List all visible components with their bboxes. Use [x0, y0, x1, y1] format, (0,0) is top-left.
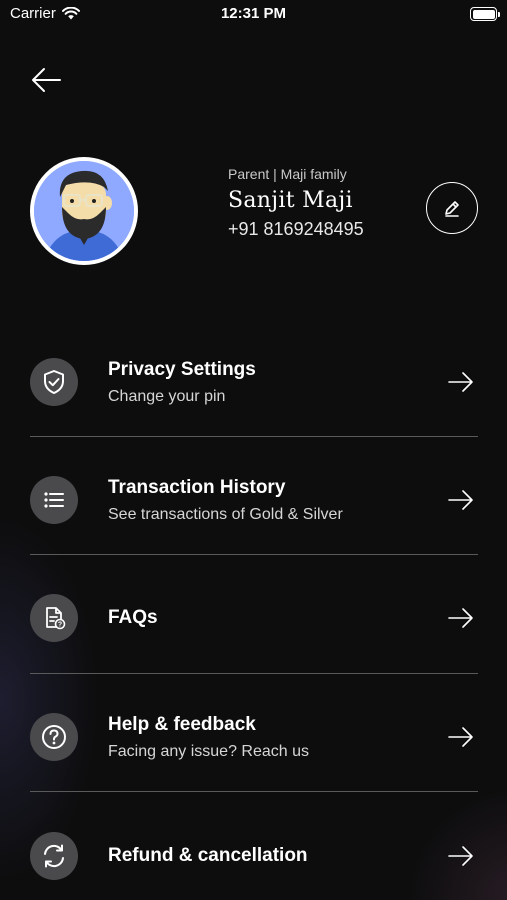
- menu-item-help-feedback[interactable]: Help & feedback Facing any issue? Reach …: [30, 678, 478, 796]
- menu-item-subtitle: See transactions of Gold & Silver: [108, 505, 343, 523]
- menu-icon-circle: [30, 358, 78, 406]
- profile-info: Parent | Maji family Sanjit Maji +91 816…: [228, 166, 364, 240]
- menu-item-title: FAQs: [108, 607, 158, 628]
- arrow-right-icon: [446, 844, 476, 868]
- profile-role: Parent | Maji family: [228, 166, 347, 182]
- menu-item-subtitle: Change your pin: [108, 387, 226, 405]
- arrow-right-icon: [446, 488, 476, 512]
- divider: [30, 673, 478, 674]
- battery-icon: [470, 7, 500, 21]
- arrow-right-icon: [446, 606, 476, 630]
- menu-icon-circle: [30, 832, 78, 880]
- arrow-right-icon: [446, 370, 476, 394]
- menu-item-refund-cancellation[interactable]: Refund & cancellation: [30, 797, 478, 900]
- refresh-icon: [44, 844, 64, 868]
- avatar: [30, 157, 138, 265]
- profile-phone: +91 8169248495: [228, 219, 364, 239]
- menu-item-title: Help & feedback: [108, 713, 256, 735]
- back-button[interactable]: [28, 62, 64, 98]
- svg-text:?: ?: [58, 622, 62, 629]
- menu-item-faqs[interactable]: ? FAQs: [30, 559, 478, 677]
- pencil-icon: [445, 201, 459, 217]
- status-time: 12:31 PM: [220, 5, 287, 22]
- menu-item-title: Refund & cancellation: [108, 845, 308, 866]
- divider: [30, 436, 478, 437]
- back-arrow-icon: [32, 68, 61, 92]
- menu-icon-circle: ?: [30, 594, 78, 642]
- menu-icon-circle: [30, 713, 78, 761]
- document-question-icon: ?: [46, 607, 66, 630]
- question-circle-icon: [42, 725, 66, 749]
- arrow-right-icon: [446, 725, 476, 749]
- profile-screen: Carrier 12:31 PM Parent | Maji family Sa…: [0, 0, 507, 900]
- menu-item-privacy-settings[interactable]: Privacy Settings Change your pin: [30, 323, 478, 441]
- menu-item-title: Transaction History: [108, 476, 286, 498]
- avatar-illustration: [34, 161, 134, 261]
- menu-item-transaction-history[interactable]: Transaction History See transactions of …: [30, 441, 478, 559]
- divider: [30, 554, 478, 555]
- edit-profile-button[interactable]: [426, 182, 478, 234]
- list-icon: [44, 492, 64, 508]
- menu-item-title: Privacy Settings: [108, 358, 256, 380]
- status-bar: Carrier 12:31 PM: [0, 0, 507, 28]
- shield-check-icon: [44, 370, 64, 394]
- menu-item-subtitle: Facing any issue? Reach us: [108, 742, 309, 760]
- profile-name: Sanjit Maji: [228, 188, 353, 213]
- divider: [30, 791, 478, 792]
- menu-icon-circle: [30, 476, 78, 524]
